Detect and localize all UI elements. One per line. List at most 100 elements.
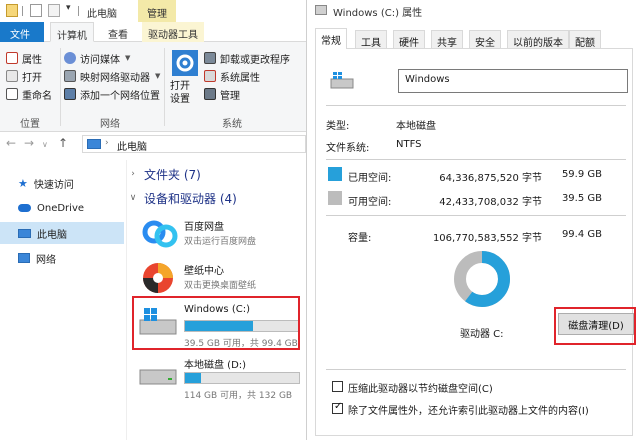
open-settings-label: 打开 设置 [170,81,190,105]
rename-button[interactable]: 重命名 [6,86,52,102]
group-separator [164,48,165,126]
address-bar[interactable]: › 此电脑 [82,135,306,153]
separator [326,215,626,216]
window-title: 此电脑 [87,9,117,20]
separator [326,369,626,370]
map-network-drive-button[interactable]: 映射网络驱动器 ▼ [64,68,160,84]
tab-quota[interactable]: 配额 [569,30,601,49]
wallpaper-center-icon [143,263,173,293]
tab-drive-tools[interactable]: 驱动器工具 [142,22,204,42]
back-arrow-icon[interactable]: ← [6,136,16,150]
chevron-down-icon[interactable]: ∨ [42,140,48,149]
open-settings-button[interactable]: 打开 设置 [168,48,202,110]
pane-divider[interactable] [126,160,127,440]
tab-sharing[interactable]: 共享 [431,30,463,49]
nav-item-this-pc[interactable]: 此电脑 [0,222,124,244]
tab-view[interactable]: 查看 [102,22,134,42]
used-space-swatch [328,167,342,181]
tab-previous-versions[interactable]: 以前的版本 [507,30,569,49]
capacity-bytes: 106,770,583,552 字节 [432,233,542,244]
star-icon: ★ [18,176,28,190]
device-name: 壁纸中心 [184,266,224,277]
drive-label: 驱动器 C: [460,329,504,340]
section-devices[interactable]: ∨ 设备和驱动器 (4) [128,188,237,208]
drive-usage-bar [184,372,300,384]
open-button[interactable]: 打开 [6,68,42,84]
manage-icon [204,88,216,100]
manage-button[interactable]: 管理 [204,86,240,102]
uninstall-programs-button[interactable]: 卸载或更改程序 [204,50,290,66]
allow-indexing-label: 除了文件属性外，还允许索引此驱动器上文件的内容(I) [348,406,589,417]
drive-d[interactable]: 本地磁盘 (D:) 114 GB 可用，共 132 GB [128,350,306,408]
tab-security[interactable]: 安全 [469,30,501,49]
up-arrow-icon[interactable]: ↑ [58,136,68,150]
drive-usage-fill [185,373,201,383]
drive-icon [315,5,327,15]
computer-icon [87,139,101,149]
properties-button[interactable]: 属性 [6,50,42,66]
new-folder-quick-icon[interactable] [48,4,60,17]
group-separator [60,48,61,126]
hard-drive-icon [139,369,177,385]
ribbon-panel: 属性 打开 重命名 位置 访问媒体 ▼ 映射网络驱动器 ▼ 添加一个网络位置 网… [0,42,306,132]
address-bar-row: ← → ∨ ↑ › 此电脑 [0,132,306,156]
section-folders[interactable]: › 文件夹 (7) [128,164,201,184]
nav-item-network[interactable]: 网络 [0,247,124,269]
used-space-size: 59.9 GB [561,169,602,180]
forward-arrow-icon[interactable]: → [24,136,34,150]
drive-name: 本地磁盘 (D:) [184,360,247,371]
tab-computer[interactable]: 计算机 [50,22,94,42]
capacity-label: 容量: [348,233,372,244]
gear-icon [172,50,198,76]
nav-item-quick-access[interactable]: ★ 快速访问 [0,172,124,194]
nav-item-onedrive[interactable]: OneDrive [0,197,124,219]
group-label-system: 系统 [222,119,242,130]
file-explorer-window: ▾ 此电脑 管理 文件 计算机 查看 驱动器工具 属性 打开 重命名 位置 访问… [0,0,306,440]
chevron-down-icon: ∨ [129,193,137,203]
type-value: 本地磁盘 [396,121,436,132]
separator [326,159,626,160]
rename-icon [6,88,18,100]
properties-dialog: Windows (C:) 属性 常规 工具 硬件 共享 安全 以前的版本 配额 … [306,0,640,440]
properties-quick-icon[interactable] [30,4,42,17]
device-description: 双击运行百度网盘 [184,237,257,247]
volume-name-input[interactable]: Windows [398,69,628,93]
free-space-size: 39.5 GB [561,193,602,204]
drive-free-space: 114 GB 可用，共 132 GB [184,391,293,401]
tab-general[interactable]: 常规 [315,28,347,49]
type-label: 类型: [326,121,350,132]
computer-icon [18,228,31,238]
system-properties-button[interactable]: 系统属性 [204,68,260,84]
open-icon [6,70,18,82]
filesystem-label: 文件系统: [326,143,370,154]
network-location-icon [64,88,76,100]
cloud-icon [18,204,31,212]
contextual-tab-manage[interactable]: 管理 [138,0,176,22]
ribbon-tabs: 文件 计算机 查看 驱动器工具 [0,22,306,42]
chevron-down-icon: ▼ [125,54,131,62]
tab-hardware[interactable]: 硬件 [393,30,425,49]
tab-tools[interactable]: 工具 [355,30,387,49]
network-drive-icon [64,70,76,82]
highlight-box [132,296,300,350]
separator [326,105,626,106]
allow-indexing-checkbox[interactable] [332,401,343,414]
compress-drive-checkbox[interactable] [332,381,343,392]
properties-icon [6,52,18,64]
baidu-netdisk-icon [142,220,178,248]
system-properties-icon [204,70,216,82]
chevron-down-icon: ▼ [155,72,161,80]
breadcrumb: 此电脑 [117,142,147,153]
add-network-location-button[interactable]: 添加一个网络位置 [64,86,160,102]
group-label-location: 位置 [20,119,40,130]
chevron-down-icon[interactable]: ▾ [66,3,71,13]
device-description: 双击更换桌面壁纸 [184,281,257,291]
device-name: 百度网盘 [184,222,224,233]
free-space-bytes: 42,433,708,032 字节 [439,197,542,208]
programs-icon [204,52,216,64]
explorer-titlebar: ▾ 此电脑 管理 [0,0,306,22]
tab-file[interactable]: 文件 [0,22,44,42]
used-space-label: 已用空间: [348,173,392,184]
access-media-button[interactable]: 访问媒体 ▼ [64,50,130,66]
media-icon [64,52,76,64]
